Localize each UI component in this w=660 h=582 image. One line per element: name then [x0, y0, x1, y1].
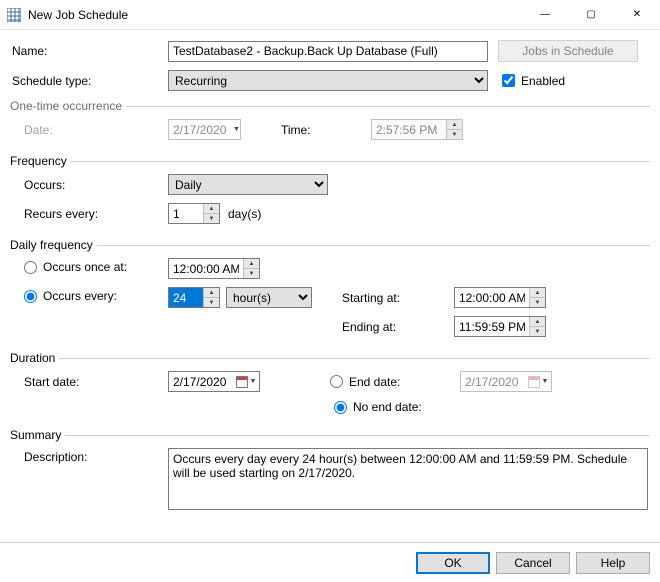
ending-at-label: Ending at:	[342, 320, 454, 334]
occurs-every-label: Occurs every:	[43, 289, 117, 303]
no-end-date-radio[interactable]	[334, 401, 347, 414]
name-input[interactable]	[168, 41, 488, 62]
start-date-picker[interactable]: 2/17/2020 ▼	[168, 371, 260, 392]
occurs-every-unit-select[interactable]: hour(s)	[226, 287, 312, 308]
starting-at-input[interactable]	[455, 288, 529, 307]
recurs-every-unit: day(s)	[228, 207, 261, 221]
help-button[interactable]: Help	[576, 552, 650, 574]
occurs-once-time-input[interactable]	[169, 259, 243, 278]
spin-up-icon: ▲	[447, 120, 462, 130]
spin-down-icon[interactable]: ▼	[530, 327, 545, 336]
title-bar: New Job Schedule — ▢ ✕	[0, 0, 660, 30]
description-textarea[interactable]	[168, 448, 648, 510]
occurs-select[interactable]: Daily	[168, 174, 328, 195]
dialog-footer: OK Cancel Help	[0, 542, 660, 582]
grid-icon	[6, 7, 22, 23]
minimize-button[interactable]: —	[522, 0, 568, 30]
recurs-every-spinner[interactable]: ▲▼	[168, 203, 220, 224]
one-time-date-label: Date:	[10, 123, 168, 137]
spin-up-icon[interactable]: ▲	[530, 317, 545, 327]
spin-up-icon[interactable]: ▲	[204, 204, 219, 214]
end-date-picker: 2/17/2020 ▼	[460, 371, 552, 392]
spin-up-icon[interactable]: ▲	[244, 259, 259, 269]
occurs-every-input[interactable]	[169, 288, 203, 307]
duration-group: Duration Start date: 2/17/2020 ▼ End dat…	[10, 351, 650, 422]
spin-down-icon[interactable]: ▼	[244, 269, 259, 278]
one-time-group: One-time occurrence Date: 2/17/2020 ▼ Ti…	[10, 99, 650, 148]
occurs-every-radio[interactable]	[24, 290, 37, 303]
spin-down-icon[interactable]: ▼	[204, 298, 219, 307]
description-label: Description:	[10, 448, 168, 464]
summary-legend: Summary	[10, 428, 65, 442]
daily-frequency-legend: Daily frequency	[10, 238, 97, 252]
duration-legend: Duration	[10, 351, 59, 365]
no-end-date-radio-wrap[interactable]: No end date:	[334, 400, 464, 414]
occurs-once-radio-wrap[interactable]: Occurs once at:	[10, 260, 168, 277]
spin-up-icon[interactable]: ▲	[530, 288, 545, 298]
chevron-down-icon: ▼	[250, 378, 257, 385]
spin-up-icon[interactable]: ▲	[204, 288, 219, 298]
calendar-icon	[236, 376, 248, 388]
enabled-checkbox-label: Enabled	[521, 74, 565, 88]
one-time-time-spinner: ▲▼	[371, 119, 463, 140]
recurs-every-label: Recurs every:	[10, 207, 168, 221]
chevron-down-icon: ▼	[233, 126, 240, 133]
occurs-every-spinner[interactable]: ▲▼	[168, 287, 220, 308]
one-time-time-label: Time:	[281, 123, 371, 137]
daily-frequency-group: Daily frequency Occurs once at: ▲▼ Occur…	[10, 238, 650, 345]
spin-down-icon[interactable]: ▼	[204, 214, 219, 223]
close-button[interactable]: ✕	[614, 0, 660, 30]
frequency-legend: Frequency	[10, 154, 71, 168]
frequency-group: Frequency Occurs: Daily Recurs every: ▲▼…	[10, 154, 650, 232]
cancel-button[interactable]: Cancel	[496, 552, 570, 574]
recurs-every-input[interactable]	[169, 204, 203, 223]
end-date-radio[interactable]	[330, 375, 343, 388]
ok-button[interactable]: OK	[416, 552, 490, 574]
one-time-date-picker: 2/17/2020 ▼	[168, 119, 241, 140]
ending-at-input[interactable]	[455, 317, 529, 336]
window-title: New Job Schedule	[28, 8, 128, 22]
occurs-once-time[interactable]: ▲▼	[168, 258, 260, 279]
calendar-icon	[528, 376, 540, 388]
spin-down-icon[interactable]: ▼	[530, 298, 545, 307]
starting-at-spinner[interactable]: ▲▼	[454, 287, 546, 308]
jobs-in-schedule-button: Jobs in Schedule	[498, 40, 638, 62]
schedule-type-label: Schedule type:	[10, 74, 168, 88]
one-time-legend: One-time occurrence	[10, 99, 126, 113]
chevron-down-icon: ▼	[542, 378, 549, 385]
summary-group: Summary Description:	[10, 428, 650, 518]
occurs-label: Occurs:	[10, 178, 168, 192]
end-date-label: End date:	[349, 375, 400, 389]
spin-down-icon: ▼	[447, 130, 462, 139]
no-end-date-label: No end date:	[353, 400, 422, 414]
occurs-every-radio-wrap[interactable]: Occurs every:	[10, 289, 168, 306]
enabled-checkbox-input[interactable]	[502, 74, 515, 87]
occurs-once-radio[interactable]	[24, 261, 37, 274]
schedule-type-select[interactable]: Recurring	[168, 70, 488, 91]
starting-at-label: Starting at:	[342, 291, 454, 305]
occurs-once-label: Occurs once at:	[43, 260, 127, 274]
ending-at-spinner[interactable]: ▲▼	[454, 316, 546, 337]
start-date-label: Start date:	[10, 375, 168, 389]
enabled-checkbox[interactable]: Enabled	[502, 74, 565, 88]
maximize-button[interactable]: ▢	[568, 0, 614, 30]
name-label: Name:	[10, 44, 168, 58]
end-date-radio-wrap[interactable]: End date:	[330, 375, 460, 389]
